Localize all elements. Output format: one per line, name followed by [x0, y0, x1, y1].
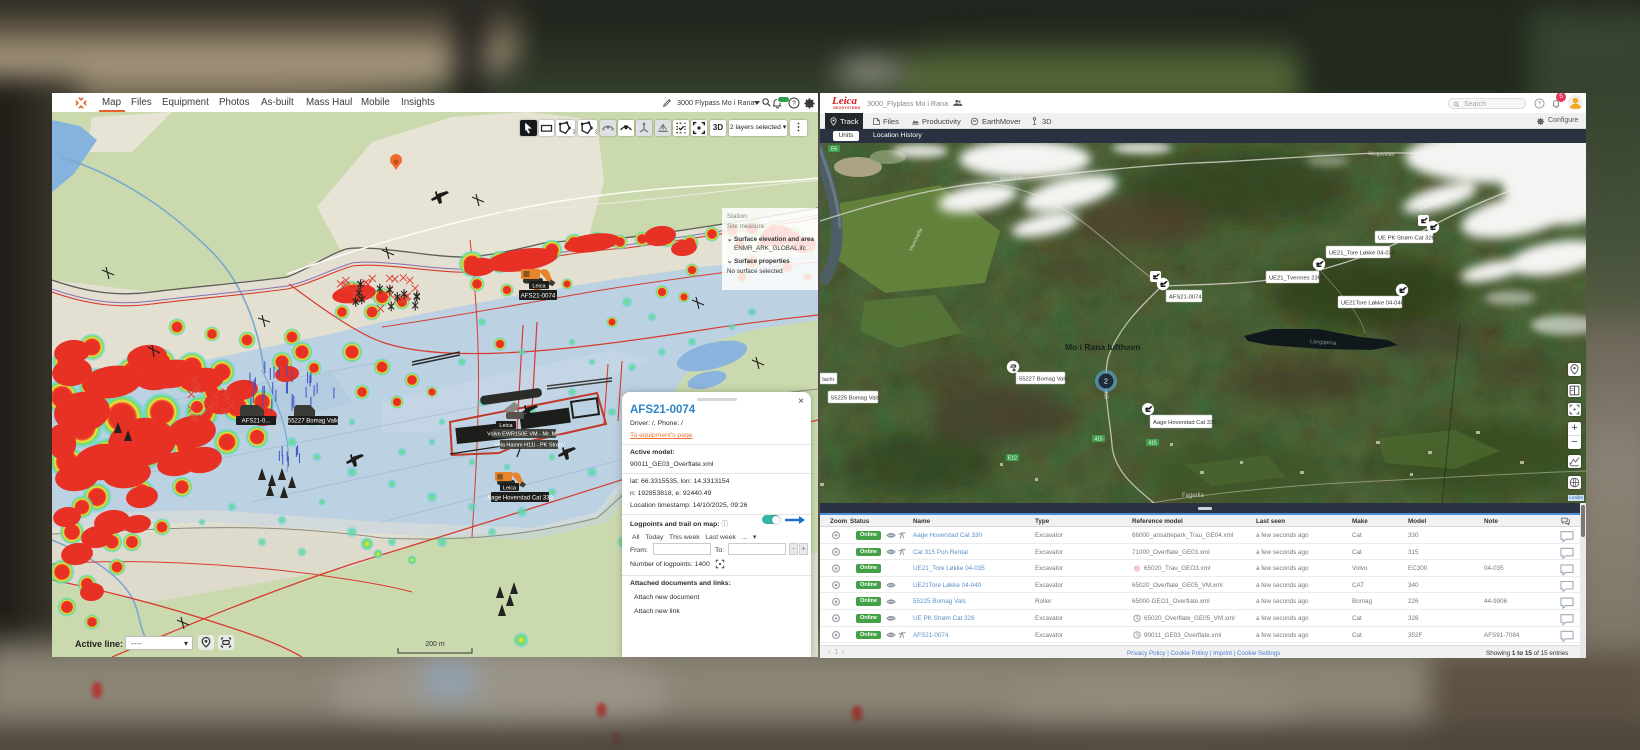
- svg-text:AFS21-0074: AFS21-0074: [1169, 295, 1202, 301]
- svg-text:Leica: Leica: [532, 284, 546, 290]
- svg-text:415: 415: [1148, 441, 1157, 447]
- svg-text:AFS21-0074: AFS21-0074: [521, 293, 556, 300]
- svg-text:Leica: Leica: [499, 423, 513, 429]
- svg-text:?: ?: [1538, 101, 1542, 107]
- svg-text:E6: E6: [831, 147, 837, 153]
- svg-text:Skogaveien: Skogaveien: [1368, 151, 1395, 158]
- svg-text:UE21_Tore Løkke 04-035: UE21_Tore Løkke 04-035: [1329, 251, 1395, 257]
- svg-text:Leica: Leica: [503, 486, 517, 492]
- svg-text:tachi: tachi: [822, 377, 834, 383]
- svg-text:Aage Hoverstad Cat 330: Aage Hoverstad Cat 330: [487, 496, 553, 502]
- svg-text:3: 3: [595, 129, 597, 135]
- svg-text:55227 Bomag Vals: 55227 Bomag Vals: [1019, 377, 1068, 383]
- svg-text:415: 415: [1102, 391, 1109, 400]
- svg-text:?: ?: [792, 101, 796, 108]
- svg-text:415: 415: [1094, 437, 1103, 443]
- svg-text:Mo i Rana lufthavn: Mo i Rana lufthavn: [1065, 342, 1141, 352]
- svg-text:2: 2: [1104, 379, 1108, 386]
- svg-text:Aage Hoverstad Cat 330: Aage Hoverstad Cat 330: [1153, 420, 1216, 426]
- svg-text:Fagerlia: Fagerlia: [1182, 493, 1204, 499]
- svg-text:UE21_Tverrnes 2369: UE21_Tverrnes 2369: [1269, 276, 1324, 282]
- svg-text:UE21Tore Løkke 04-040: UE21Tore Løkke 04-040: [1341, 301, 1404, 307]
- svg-text:Volvo EWR150E VM - Mr. M...: Volvo EWR150E VM - Mr. M...: [487, 432, 561, 438]
- svg-text:2: 2: [573, 129, 575, 135]
- svg-text:200 m: 200 m: [425, 641, 445, 648]
- svg-text:55227 Bomag Valk: 55227 Bomag Valk: [288, 419, 339, 425]
- svg-text:55225 Bomag Vals: 55225 Bomag Vals: [831, 396, 880, 402]
- svg-text:E12: E12: [1008, 456, 1017, 462]
- svg-text:AFS21-0...: AFS21-0...: [242, 419, 271, 425]
- svg-text:UE PK Strøm Cat 326: UE PK Strøm Cat 326: [1378, 236, 1435, 242]
- svg-text:Vela Hamm H11i - PK Strøm: Vela Hamm H11i - PK Strøm: [494, 443, 564, 449]
